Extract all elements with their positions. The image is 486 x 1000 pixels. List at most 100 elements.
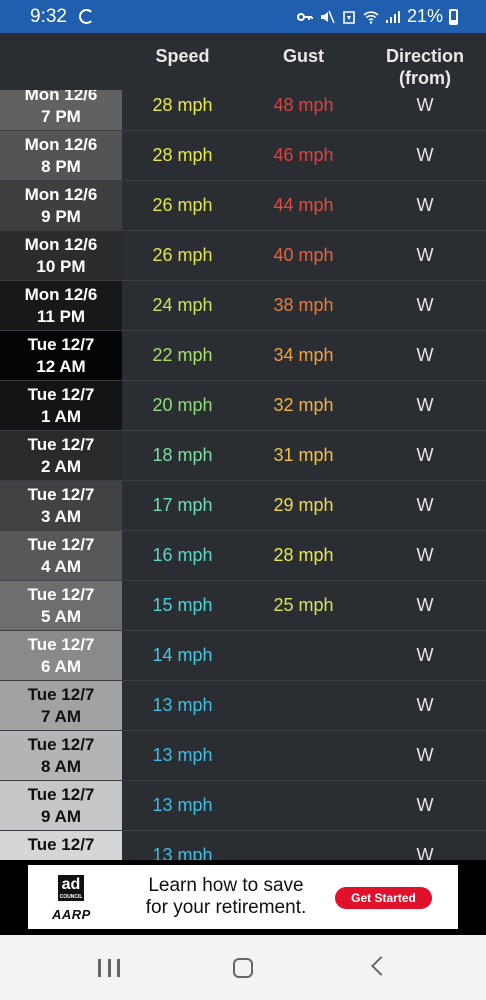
row-speed: 18 mph bbox=[152, 445, 213, 465]
row-hour: 2 AM bbox=[41, 457, 81, 476]
row-speed: 28 mph bbox=[152, 95, 213, 115]
forecast-rows: Mon 12/6 7 PM 28 mph 48 mph W Mon 12/6 8 PM 28 … bbox=[0, 90, 486, 860]
ad-line-2: for your retirement. bbox=[145, 897, 307, 918]
row-date: Tue 12/710 AM bbox=[0, 831, 122, 860]
row-direction: W bbox=[416, 145, 434, 165]
row-date: Tue 12/7 3 AM bbox=[0, 481, 122, 530]
table-row[interactable]: Tue 12/710 AM 13 mph W bbox=[0, 831, 486, 860]
aarp-logo: AARP bbox=[52, 907, 91, 922]
row-hour: 12 AM bbox=[36, 357, 86, 376]
row-hour: 8 AM bbox=[41, 757, 81, 776]
ad-logo-top: ad bbox=[61, 876, 81, 893]
row-date: Tue 12/7 6 AM bbox=[0, 631, 122, 680]
row-hour: 7 AM bbox=[41, 707, 81, 726]
row-day: Tue 12/7 bbox=[27, 585, 95, 604]
table-row[interactable]: Tue 12/7 1 AM 20 mph 32 mph W bbox=[0, 381, 486, 431]
row-direction: W bbox=[416, 695, 434, 715]
ad-line-1: Learn how to save bbox=[148, 875, 304, 896]
status-bar: 9:32 21% bbox=[0, 0, 486, 33]
table-row[interactable]: Mon 12/6 10 PM 26 mph 40 mph W bbox=[0, 231, 486, 281]
row-gust: 28 mph bbox=[273, 545, 334, 565]
recent-apps-icon[interactable] bbox=[98, 959, 120, 977]
row-hour: 4 AM bbox=[41, 557, 81, 576]
ad-content[interactable]: ad COUNCIL AARP Learn how to save for you… bbox=[28, 865, 458, 929]
table-row[interactable]: Tue 12/7 7 AM 13 mph W bbox=[0, 681, 486, 731]
table-row[interactable]: Tue 12/7 5 AM 15 mph 25 mph W bbox=[0, 581, 486, 631]
row-direction: W bbox=[416, 345, 434, 365]
row-day: Tue 12/7 bbox=[27, 635, 95, 654]
table-row[interactable]: Tue 12/7 6 AM 14 mph W bbox=[0, 631, 486, 681]
row-direction: W bbox=[416, 295, 434, 315]
status-time: 9:32 bbox=[30, 6, 67, 27]
row-day: Tue 12/7 bbox=[27, 535, 95, 554]
row-hour: 7 PM bbox=[41, 107, 81, 126]
ad-council-logo: ad COUNCIL bbox=[58, 875, 84, 901]
table-row[interactable]: Tue 12/7 3 AM 17 mph 29 mph W bbox=[0, 481, 486, 531]
row-speed: 13 mph bbox=[152, 845, 213, 860]
row-day: Tue 12/7 bbox=[27, 785, 95, 804]
row-date: Mon 12/6 10 PM bbox=[0, 231, 122, 280]
table-row[interactable]: Tue 12/7 9 AM 13 mph W bbox=[0, 781, 486, 831]
row-hour: 8 PM bbox=[41, 157, 81, 176]
row-speed: 15 mph bbox=[152, 595, 213, 615]
wifi-icon bbox=[363, 10, 379, 24]
header-speed: Speed bbox=[155, 46, 210, 66]
row-gust: 48 mph bbox=[273, 95, 334, 115]
table-row[interactable]: Mon 12/6 7 PM 28 mph 48 mph W bbox=[0, 90, 486, 131]
row-day: Mon 12/6 bbox=[24, 185, 98, 204]
row-gust bbox=[243, 731, 364, 780]
row-direction: W bbox=[416, 845, 434, 860]
home-icon[interactable] bbox=[233, 958, 253, 978]
battery-icon bbox=[449, 8, 458, 25]
row-speed: 14 mph bbox=[152, 645, 213, 665]
table-row[interactable]: Tue 12/7 2 AM 18 mph 31 mph W bbox=[0, 431, 486, 481]
row-direction: W bbox=[416, 595, 434, 615]
table-row[interactable]: Tue 12/7 4 AM 16 mph 28 mph W bbox=[0, 531, 486, 581]
row-direction: W bbox=[416, 745, 434, 765]
row-date: Mon 12/6 11 PM bbox=[0, 281, 122, 330]
mute-icon bbox=[320, 10, 335, 23]
row-day: Tue 12/7 bbox=[27, 685, 95, 704]
get-started-button[interactable]: Get Started bbox=[335, 887, 432, 909]
row-gust: 31 mph bbox=[273, 445, 334, 465]
status-icons: 21% bbox=[296, 6, 458, 27]
row-day: Tue 12/7 bbox=[27, 435, 95, 454]
row-speed: 16 mph bbox=[152, 545, 213, 565]
row-speed: 13 mph bbox=[152, 695, 213, 715]
wind-forecast-table[interactable]: Mon 12/6 7 PM 28 mph 48 mph W Mon 12/6 8 PM 28 … bbox=[0, 90, 486, 860]
row-date: Tue 12/7 12 AM bbox=[0, 331, 122, 380]
recycle-icon bbox=[343, 10, 355, 24]
table-row[interactable]: Mon 12/6 9 PM 26 mph 44 mph W bbox=[0, 181, 486, 231]
row-date: Tue 12/7 8 AM bbox=[0, 731, 122, 780]
row-date: Tue 12/7 1 AM bbox=[0, 381, 122, 430]
row-date: Tue 12/7 2 AM bbox=[0, 431, 122, 480]
app-notification-icon bbox=[79, 9, 94, 24]
table-row[interactable]: Tue 12/7 12 AM 22 mph 34 mph W bbox=[0, 331, 486, 381]
row-hour: 1 AM bbox=[41, 407, 81, 426]
row-gust bbox=[243, 681, 364, 730]
row-day: Tue 12/7 bbox=[27, 335, 95, 354]
row-speed: 17 mph bbox=[152, 495, 213, 515]
row-day: Tue 12/7 bbox=[27, 735, 95, 754]
row-speed: 28 mph bbox=[152, 145, 213, 165]
table-header: Speed Gust Direction (from) bbox=[0, 33, 486, 90]
back-icon[interactable] bbox=[371, 956, 391, 976]
row-date: Mon 12/6 8 PM bbox=[0, 131, 122, 180]
row-day: Tue 12/7 bbox=[27, 835, 95, 854]
row-hour: 5 AM bbox=[41, 607, 81, 626]
ad-council-aarp-logo: ad COUNCIL AARP bbox=[52, 875, 108, 922]
table-row[interactable]: Tue 12/7 8 AM 13 mph W bbox=[0, 731, 486, 781]
header-direction-label: Direction bbox=[385, 46, 464, 66]
row-date: Tue 12/7 4 AM bbox=[0, 531, 122, 580]
ad-banner[interactable]: ad COUNCIL AARP Learn how to save for you… bbox=[0, 860, 486, 935]
row-direction: W bbox=[416, 395, 434, 415]
row-day: Tue 12/7 bbox=[27, 385, 95, 404]
key-icon bbox=[296, 12, 313, 21]
row-date: Tue 12/7 9 AM bbox=[0, 781, 122, 830]
table-row[interactable]: Mon 12/6 8 PM 28 mph 46 mph W bbox=[0, 131, 486, 181]
row-direction: W bbox=[416, 545, 434, 565]
ad-logo-small: COUNCIL bbox=[59, 894, 83, 900]
row-hour: 9 PM bbox=[41, 207, 81, 226]
row-day: Mon 12/6 bbox=[24, 90, 98, 104]
table-row[interactable]: Mon 12/6 11 PM 24 mph 38 mph W bbox=[0, 281, 486, 331]
